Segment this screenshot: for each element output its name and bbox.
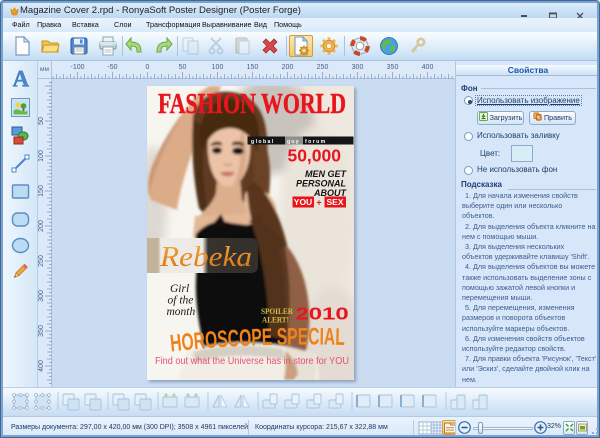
svg-text:250: 250 bbox=[317, 64, 329, 71]
svg-text:50: 50 bbox=[38, 117, 45, 125]
svg-text:150: 150 bbox=[247, 64, 259, 71]
svg-text:300: 300 bbox=[38, 290, 45, 302]
svg-text:100: 100 bbox=[212, 64, 224, 71]
svg-text:SEX: SEX bbox=[326, 197, 343, 207]
svg-text:PERSONAL: PERSONAL bbox=[296, 179, 346, 189]
svg-text:-100: -100 bbox=[70, 64, 84, 71]
svg-text:0: 0 bbox=[146, 64, 150, 71]
svg-text:2010: 2010 bbox=[296, 304, 349, 324]
svg-text:Rebeka: Rebeka bbox=[159, 242, 252, 273]
svg-text:YOU: YOU bbox=[294, 197, 312, 207]
svg-text:150: 150 bbox=[38, 185, 45, 197]
svg-text:100: 100 bbox=[38, 150, 45, 162]
svg-text:400: 400 bbox=[38, 360, 45, 372]
svg-text:+: + bbox=[316, 198, 321, 208]
svg-text:of the: of the bbox=[168, 295, 194, 307]
svg-text:400: 400 bbox=[422, 64, 434, 71]
svg-text:Girl: Girl bbox=[170, 283, 189, 295]
svg-text:350: 350 bbox=[387, 64, 399, 71]
svg-text:350: 350 bbox=[38, 325, 45, 337]
svg-text:50,000: 50,000 bbox=[287, 146, 341, 166]
svg-text:guy: guy bbox=[287, 139, 300, 145]
svg-text:ALERT!: ALERT! bbox=[262, 315, 289, 325]
svg-text:global: global bbox=[251, 139, 275, 145]
svg-text:300: 300 bbox=[352, 64, 364, 71]
svg-text:250: 250 bbox=[38, 255, 45, 267]
svg-text:-50: -50 bbox=[107, 64, 117, 71]
svg-text:200: 200 bbox=[282, 64, 294, 71]
svg-text:50: 50 bbox=[179, 64, 187, 71]
svg-text:forum: forum bbox=[305, 139, 327, 145]
svg-text:Find out what the Universe has: Find out what the Universe has in store … bbox=[155, 355, 349, 367]
svg-text:month: month bbox=[167, 306, 196, 318]
svg-text:FASHION WORLD: FASHION WORLD bbox=[158, 88, 346, 120]
svg-text:200: 200 bbox=[38, 220, 45, 232]
svg-text:MEN GET: MEN GET bbox=[305, 169, 348, 179]
